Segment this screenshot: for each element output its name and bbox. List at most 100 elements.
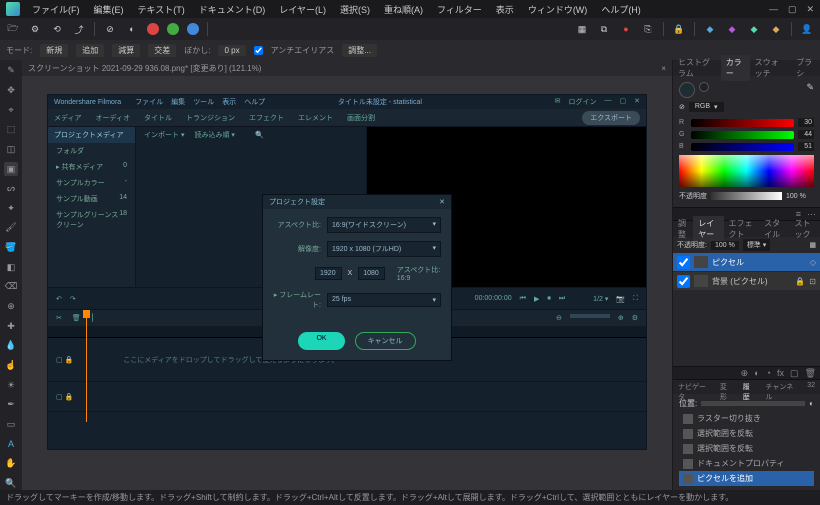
menu-document[interactable]: ドキュメント(D)	[193, 1, 272, 18]
fill-tool-icon[interactable]: 🪣	[4, 241, 18, 255]
menu-filter[interactable]: フィルター	[431, 1, 488, 18]
g-slider[interactable]	[691, 131, 794, 139]
snap-icon[interactable]: ⧉	[597, 22, 611, 36]
delete-icon[interactable]: 🗑	[805, 368, 816, 379]
share-icon[interactable]: ⤴	[72, 22, 86, 36]
tab-channels[interactable]: チャンネル	[760, 380, 802, 394]
close-icon[interactable]: ✕	[806, 4, 814, 15]
persona3-icon[interactable]: ◆	[747, 22, 761, 36]
brush-tool-icon[interactable]: 🖌	[4, 221, 18, 235]
menu-text[interactable]: テキスト(T)	[132, 1, 191, 18]
maximize-icon[interactable]: ▢	[788, 4, 797, 15]
opacity-value[interactable]: 100 %	[786, 193, 814, 200]
tab-close-icon[interactable]: ×	[661, 64, 666, 73]
user-icon[interactable]: 👤	[800, 22, 814, 36]
color-green-icon[interactable]	[167, 23, 179, 35]
history-item-4[interactable]: ドキュメントプロパティ	[679, 456, 814, 471]
smudge-tool-icon[interactable]: ☝	[4, 359, 18, 373]
g-value[interactable]: 44	[798, 130, 814, 139]
color-none-icon2[interactable]: ⊘	[679, 103, 685, 111]
canvas[interactable]: Wondershare Filmora ファイル 編集 ツール 表示 ヘルプ タ…	[22, 76, 672, 490]
shape-tool-icon[interactable]: ▭	[4, 418, 18, 432]
history-item-5[interactable]: ピクセルを追加	[679, 471, 814, 486]
foreground-swatch[interactable]	[679, 82, 695, 98]
clip-icon[interactable]: ⎘	[641, 22, 655, 36]
picker-tool-icon[interactable]: ⌖	[4, 103, 18, 117]
eyedropper-tool-icon[interactable]: ✎	[4, 64, 18, 78]
history-item-1[interactable]: ラスター切り抜き	[679, 411, 814, 426]
color-blue-icon[interactable]	[187, 23, 199, 35]
grid-icon[interactable]: ▦	[575, 22, 589, 36]
document-tab[interactable]: スクリーンショット 2021-09-29 936.08.png* [変更あり] …	[22, 60, 672, 76]
add-layer-icon[interactable]: ⊕	[741, 368, 749, 379]
b-slider[interactable]	[691, 143, 794, 151]
menu-window[interactable]: ウィンドウ(W)	[522, 1, 594, 18]
fx-icon[interactable]: fx	[777, 368, 784, 378]
menu-arrange[interactable]: 重ね順(A)	[378, 1, 429, 18]
layer-blend-select[interactable]: 標準 ▾	[743, 239, 770, 251]
selection-tool-icon[interactable]: ◫	[4, 143, 18, 157]
persona4-icon[interactable]: ◆	[769, 22, 783, 36]
minimize-icon[interactable]: —	[769, 4, 778, 15]
tab-32[interactable]: 32	[802, 380, 820, 394]
layer-options-icon[interactable]: ▦	[809, 241, 816, 249]
color-spectrum[interactable]	[679, 155, 814, 187]
mask-icon[interactable]: ◐	[754, 368, 759, 378]
marquee-tool-icon[interactable]: ▣	[4, 162, 18, 176]
lock-icon3[interactable]: 🔒	[795, 277, 805, 286]
persona1-icon[interactable]: ◆	[703, 22, 717, 36]
persona2-icon[interactable]: ◆	[725, 22, 739, 36]
layer-background[interactable]: 背景 (ピクセル) 🔒⊡	[673, 272, 820, 290]
menu-file[interactable]: ファイル(F)	[26, 1, 86, 18]
settings-icon[interactable]: ⚙	[28, 22, 42, 36]
clone-tool-icon[interactable]: ⊕	[4, 300, 18, 314]
opacity-slider[interactable]	[711, 192, 782, 200]
color-mode-select[interactable]: RGB▾	[689, 102, 724, 112]
mode-new[interactable]: 新規	[40, 44, 68, 57]
feather-value[interactable]: 0 px	[218, 45, 245, 56]
gradient-tool-icon[interactable]: ◧	[4, 260, 18, 274]
refresh-icon[interactable]: ⟲	[50, 22, 64, 36]
color-none-icon[interactable]: ⊘	[103, 22, 117, 36]
history-slider[interactable]	[701, 401, 805, 406]
wand-tool-icon[interactable]: ✦	[4, 201, 18, 215]
heal-tool-icon[interactable]: ✚	[4, 319, 18, 333]
history-menu-icon[interactable]: ◐	[809, 399, 814, 408]
mode-add[interactable]: 追加	[76, 44, 104, 57]
layer-visible-checkbox2[interactable]	[677, 275, 690, 288]
adjust-button[interactable]: 調整...	[342, 44, 377, 57]
link-icon[interactable]: ⊡	[809, 277, 816, 286]
open-icon[interactable]: 🗁	[6, 22, 20, 36]
layer-visible-checkbox[interactable]	[677, 256, 690, 269]
lock-icon2[interactable]: ◇	[810, 258, 816, 267]
move-tool-icon[interactable]: ✥	[4, 84, 18, 98]
pen-tool-icon[interactable]: ✒	[4, 398, 18, 412]
menu-view[interactable]: 表示	[490, 1, 520, 18]
crop-tool-icon[interactable]: ⬚	[4, 123, 18, 137]
menu-select[interactable]: 選択(S)	[334, 1, 376, 18]
color-red-icon[interactable]	[147, 23, 159, 35]
erase-tool-icon[interactable]: ⌫	[4, 280, 18, 294]
menu-layer[interactable]: レイヤー(L)	[273, 1, 332, 18]
hand-tool-icon[interactable]: ✋	[4, 457, 18, 471]
mode-subtract[interactable]: 減算	[112, 44, 140, 57]
antialias-checkbox[interactable]	[254, 46, 263, 55]
r-slider[interactable]	[691, 119, 794, 127]
contrast-icon[interactable]: ◐	[125, 22, 139, 36]
adjust-icon[interactable]: ◔	[766, 368, 771, 378]
tab-history[interactable]: 履歴	[738, 380, 761, 394]
background-swatch[interactable]	[699, 82, 709, 92]
lock-icon[interactable]: 🔒	[672, 22, 686, 36]
text-tool-icon[interactable]: A	[4, 437, 18, 451]
menu-edit[interactable]: 編集(E)	[88, 1, 130, 18]
tab-transform[interactable]: 変形	[715, 380, 738, 394]
eyedropper-icon[interactable]: ✎	[806, 82, 814, 98]
zoom-tool-icon[interactable]: 🔍	[4, 476, 18, 490]
dodge-tool-icon[interactable]: ☀	[4, 378, 18, 392]
layer-pixel[interactable]: ピクセル ◇	[673, 253, 820, 271]
lasso-tool-icon[interactable]: ᔕ	[4, 182, 18, 196]
record-icon[interactable]: ●	[619, 22, 633, 36]
layer-opacity-value[interactable]: 100 %	[711, 241, 739, 250]
history-item-2[interactable]: 選択範囲を反転	[679, 426, 814, 441]
b-value[interactable]: 51	[798, 142, 814, 151]
